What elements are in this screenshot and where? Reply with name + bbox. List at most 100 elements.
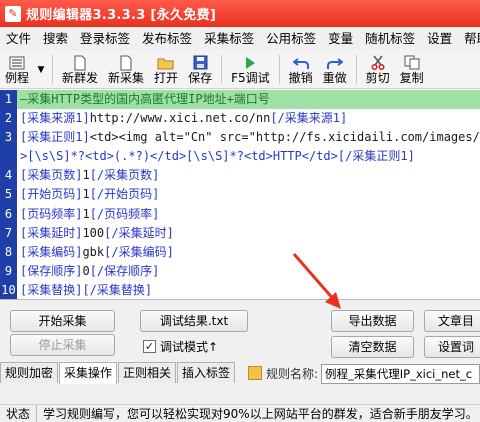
stop-collect-button[interactable]: 停止采集 xyxy=(10,334,115,356)
rule-file-icon xyxy=(248,366,262,380)
new-file-icon xyxy=(73,54,87,71)
code-line[interactable]: —采集HTTP类型的国内高匿代理IP地址+端口号 xyxy=(17,90,480,110)
save-icon xyxy=(193,54,208,71)
toolbar-divider xyxy=(221,55,223,84)
status-message: 学习规则编写，您可以轻松实现对90%以上网站平台的群发，适合新手朋友学习。 xyxy=(43,407,478,421)
action-panel: 开始采集 停止采集 调试结果.txt ✓ 调试模式↑ 导出数据 清空数据 文章目… xyxy=(0,300,480,404)
copy-icon xyxy=(404,54,420,71)
save-button[interactable]: 保存 xyxy=(183,51,217,88)
line-number: 3 xyxy=(4,130,13,145)
title-bar: ✎ 规则编辑器3.3.3.3 [永久免费] xyxy=(0,0,480,27)
close-tag: [/采集编码] xyxy=(104,244,174,259)
code-line[interactable]: [采集延时]100[/采集延时] xyxy=(17,224,480,243)
folder-icon xyxy=(157,54,175,71)
line-number xyxy=(0,147,17,166)
menu-random-tags[interactable]: 随机标签 xyxy=(359,27,421,51)
status-label: 状态 xyxy=(0,405,38,422)
rule-name-input[interactable]: 例程_采集代理IP_xici_net_c xyxy=(321,364,480,384)
debug-result-button[interactable]: 调试结果.txt xyxy=(140,310,248,332)
panel-tabs: 规则加密 采集操作 正则相关 插入标签 xyxy=(0,362,236,384)
menu-collect-tags[interactable]: 采集标签 xyxy=(198,27,260,51)
debug-mode-toggle[interactable]: ✓ 调试模式↑ xyxy=(143,338,218,355)
line-number: 7 xyxy=(4,225,13,240)
menu-login-tags[interactable]: 登录标签 xyxy=(74,27,136,51)
menu-help[interactable]: 帮助 xyxy=(458,27,480,51)
save-label: 保存 xyxy=(188,71,213,85)
line-number: 9 xyxy=(4,263,13,278)
settings-words-button[interactable]: 设置词 xyxy=(424,336,480,358)
line-number: 2 xyxy=(4,111,13,126)
menu-variables[interactable]: 变量 xyxy=(322,27,359,51)
new-collect-button[interactable]: 新采集 xyxy=(103,51,149,88)
line-number: 6 xyxy=(4,206,13,221)
redo-icon xyxy=(326,54,343,71)
status-bar: 状态 学习规则编写，您可以轻松实现对90%以上网站平台的群发，适合新手朋友学习。 xyxy=(0,404,480,422)
rule-name-label: 规则名称: xyxy=(266,366,319,381)
toolbar-divider xyxy=(355,55,357,84)
tab-collect-operations[interactable]: 采集操作 xyxy=(59,362,118,384)
tag-value: 1 xyxy=(82,187,90,202)
close-tag: [/采集替换] xyxy=(82,282,153,297)
menu-settings[interactable]: 设置 xyxy=(421,27,458,51)
tag-value: 1 xyxy=(82,168,90,183)
line-number: 10 xyxy=(1,282,16,297)
open-button[interactable]: 打开 xyxy=(149,51,183,88)
new-post-button[interactable]: 新群发 xyxy=(57,51,103,88)
line-number: 5 xyxy=(4,187,13,202)
code-line[interactable]: >[\s\S]*?<td>(.*?)</td>[\s\S]*?<td>HTTP<… xyxy=(17,147,480,166)
code-line[interactable]: [采集替换][/采集替换] xyxy=(17,281,480,299)
example-label: 例程 xyxy=(5,71,30,85)
open-tag: [开始页码] xyxy=(20,187,83,202)
close-tag: [/采集来源1] xyxy=(270,111,348,126)
play-icon xyxy=(244,54,256,71)
article-dir-button[interactable]: 文章目 xyxy=(424,310,480,332)
code-line[interactable]: [保存顺序]0[/保存顺序] xyxy=(17,262,480,281)
clear-data-button[interactable]: 清空数据 xyxy=(331,336,414,358)
cut-button[interactable]: 剪切 xyxy=(361,51,395,88)
line-number-gutter: 1 2 3 4 5 6 7 8 9 10 xyxy=(0,90,17,299)
open-tag: [页码频率] xyxy=(20,206,83,221)
menu-publish-tags[interactable]: 发布标签 xyxy=(136,27,198,51)
code-area[interactable]: —采集HTTP类型的国内高匿代理IP地址+端口号 [采集来源1]http://w… xyxy=(17,90,480,299)
redo-button[interactable]: 重做 xyxy=(318,51,352,88)
f5-debug-label: F5调试 xyxy=(231,71,270,85)
menu-file[interactable]: 文件 xyxy=(0,27,37,51)
export-data-button[interactable]: 导出数据 xyxy=(331,310,414,332)
line-number: 1 xyxy=(4,92,13,106)
f5-debug-button[interactable]: F5调试 xyxy=(226,51,275,88)
undo-icon xyxy=(292,54,309,71)
menu-search[interactable]: 搜索 xyxy=(37,27,74,51)
window-title: 规则编辑器3.3.3.3 [永久免费] xyxy=(26,8,217,23)
close-tag: [/页码频率] xyxy=(89,206,160,221)
undo-label: 撤销 xyxy=(288,71,313,85)
code-line[interactable]: [采集来源1]http://www.xici.net.co/nn[/采集来源1] xyxy=(17,109,480,128)
tag-value: 0 xyxy=(82,263,90,278)
scissors-icon xyxy=(371,54,385,71)
new-collect-label: 新采集 xyxy=(108,71,145,85)
line-number: 4 xyxy=(4,168,13,183)
menu-common-tags[interactable]: 公用标签 xyxy=(260,27,322,51)
open-tag: [采集来源1] xyxy=(20,111,90,126)
debug-mode-checkbox[interactable]: ✓ xyxy=(143,340,156,353)
copy-button[interactable]: 复制 xyxy=(395,51,429,88)
tab-rule-encrypt[interactable]: 规则加密 xyxy=(0,362,59,383)
tag-value: <td><img alt="Cn" src="http://fs.xicidai… xyxy=(89,130,480,145)
code-line[interactable]: [采集页数]1[/采集页数] xyxy=(17,166,480,185)
example-button[interactable]: 例程 xyxy=(0,51,34,88)
tab-regex-related[interactable]: 正则相关 xyxy=(118,362,177,383)
undo-button[interactable]: 撤销 xyxy=(284,51,318,88)
example-dropdown-icon[interactable]: ▼ xyxy=(34,51,48,88)
rule-editor[interactable]: 1 2 3 4 5 6 7 8 9 10 —采集HTTP类型的国内高匿代理IP地… xyxy=(0,90,480,300)
code-line[interactable]: [开始页码]1[/开始页码] xyxy=(17,185,480,204)
cut-label: 剪切 xyxy=(365,71,390,85)
open-tag: [采集延时] xyxy=(20,225,83,240)
start-collect-button[interactable]: 开始采集 xyxy=(10,310,115,332)
tag-value: gbk xyxy=(82,244,105,259)
menu-bar: 文件 搜索 登录标签 发布标签 采集标签 公用标签 变量 随机标签 设置 帮助 xyxy=(0,27,480,51)
tag-value: 1 xyxy=(82,206,90,221)
code-line[interactable]: [采集编码]gbk[/采集编码] xyxy=(17,243,480,262)
code-line[interactable]: [页码频率]1[/页码频率] xyxy=(17,205,480,224)
code-line[interactable]: [采集正则1]<td><img alt="Cn" src="http://fs.… xyxy=(17,128,480,147)
open-tag: [采集正则1] xyxy=(20,130,90,145)
tab-insert-tags[interactable]: 插入标签 xyxy=(177,362,236,383)
